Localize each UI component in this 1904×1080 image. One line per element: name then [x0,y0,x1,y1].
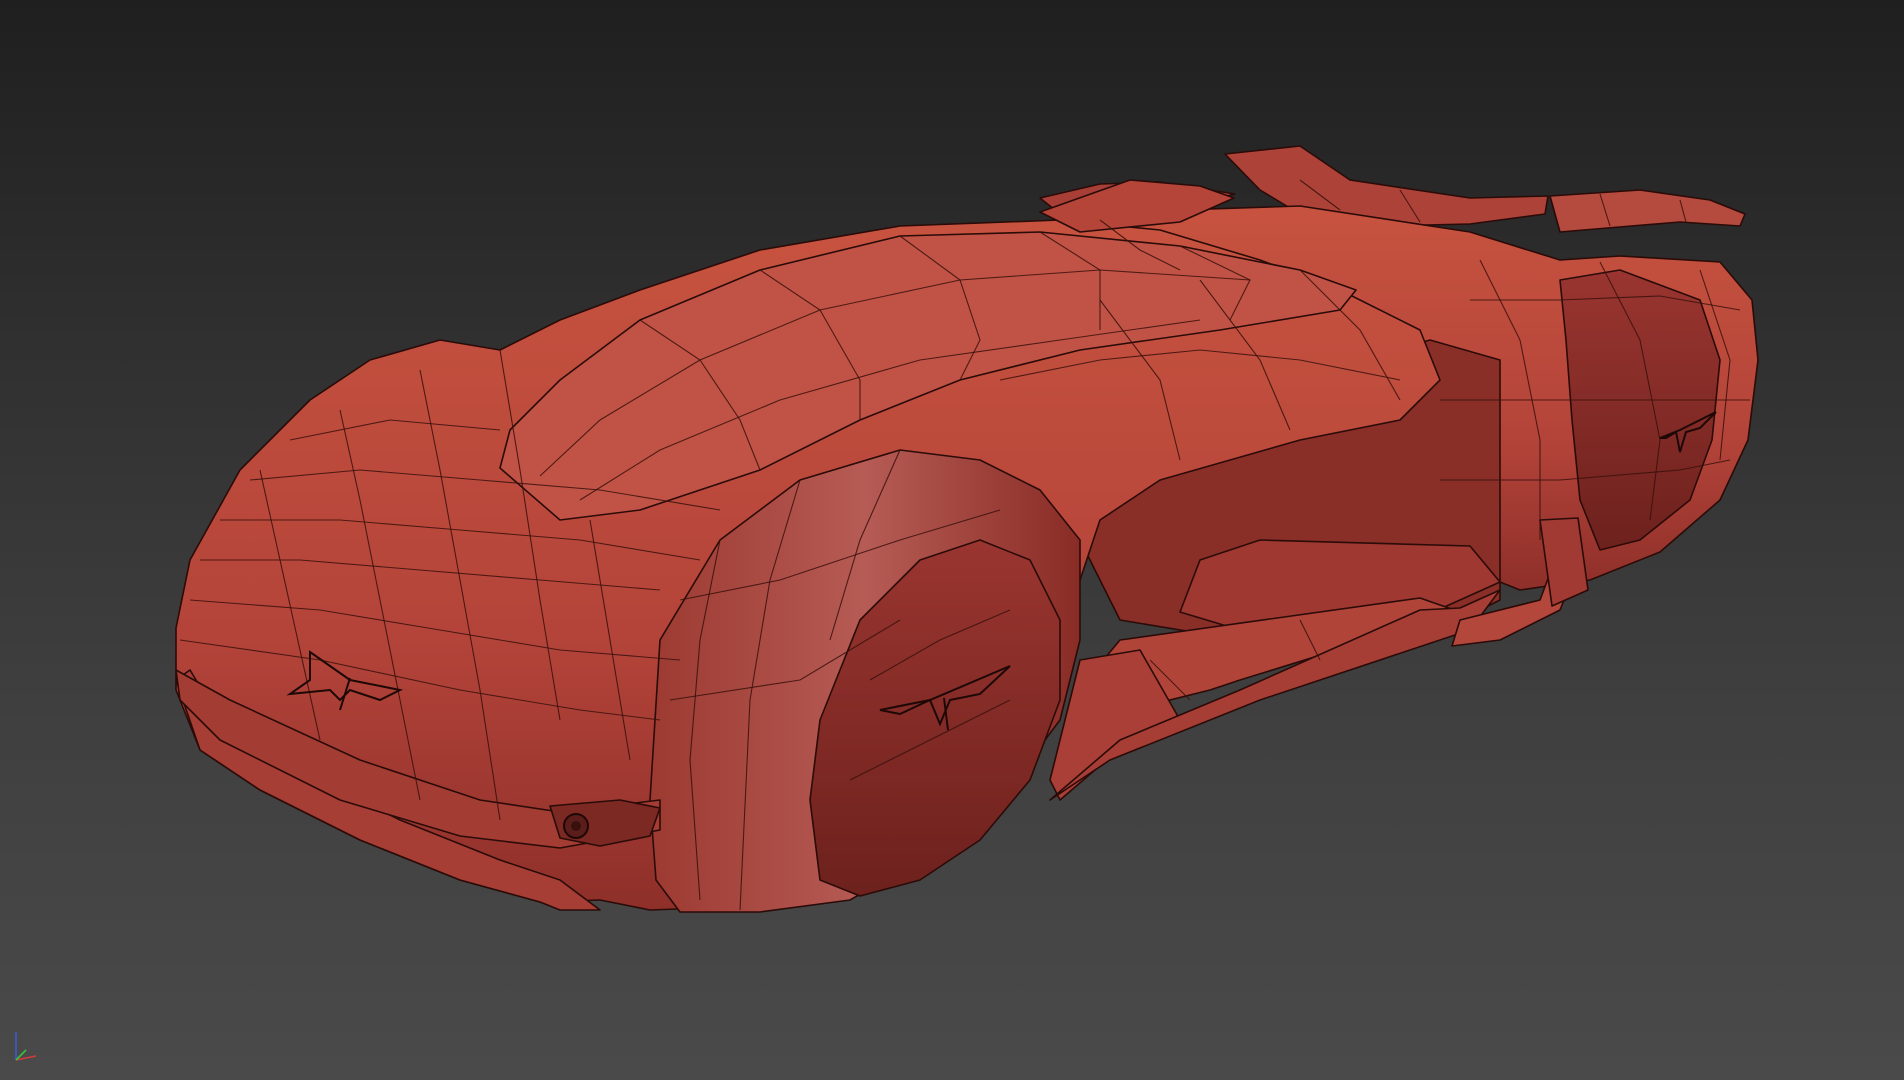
car-model-wireframe[interactable] [0,0,1904,1080]
3d-viewport[interactable] [0,0,1904,1080]
axis-gizmo-icon [15,1032,37,1061]
